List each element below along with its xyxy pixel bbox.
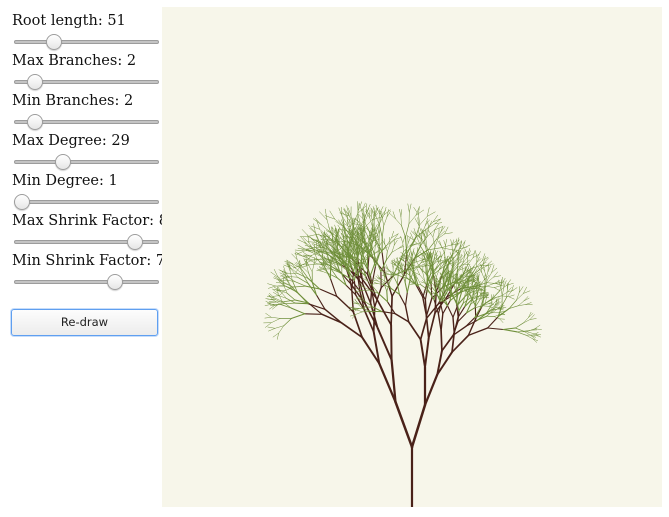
min-branches-label: Min Branches: 2 (12, 93, 134, 109)
tree-canvas (162, 7, 662, 507)
max-shrink-thumb[interactable] (127, 234, 144, 250)
root-length-track[interactable] (14, 40, 159, 44)
min-degree-thumb[interactable] (14, 194, 31, 210)
leaf-twig (449, 287, 452, 302)
fractal-tree-drawing (162, 7, 662, 507)
min-shrink-track[interactable] (14, 280, 159, 284)
max-shrink-label: Max Shrink Factor: 88 (12, 213, 177, 229)
root-length-thumb[interactable] (46, 34, 63, 50)
redraw-button[interactable]: Re-draw (11, 309, 158, 336)
max-shrink-control: Max Shrink Factor: 88 (12, 212, 177, 252)
leaf-twig (386, 290, 389, 303)
max-degree-track[interactable] (14, 160, 159, 164)
min-branches-thumb[interactable] (27, 114, 44, 130)
min-shrink-control: Min Shrink Factor: 72 (12, 252, 174, 292)
min-branches-control: Min Branches: 2 (12, 92, 162, 132)
max-branches-label: Max Branches: 2 (12, 53, 137, 69)
root-length-control: Root length: 51 (12, 12, 162, 52)
max-branches-thumb[interactable] (27, 74, 44, 90)
max-degree-control: Max Degree: 29 (12, 132, 162, 172)
min-degree-label: Min Degree: 1 (12, 173, 118, 189)
controls-panel: Root length: 51 Max Branches: 2 Min Bran… (0, 0, 177, 517)
leaf-twig (294, 302, 309, 305)
min-shrink-thumb[interactable] (106, 274, 123, 290)
max-degree-label: Max Degree: 29 (12, 133, 130, 149)
min-shrink-label: Min Shrink Factor: 72 (12, 253, 174, 269)
branch (390, 295, 393, 326)
min-degree-track[interactable] (14, 200, 159, 204)
branch (440, 329, 443, 352)
branch (304, 313, 323, 315)
max-degree-thumb[interactable] (54, 154, 71, 170)
branch (390, 323, 393, 361)
max-branches-control: Max Branches: 2 (12, 52, 162, 92)
root-length-label: Root length: 51 (12, 13, 126, 29)
min-degree-control: Min Degree: 1 (12, 172, 162, 212)
